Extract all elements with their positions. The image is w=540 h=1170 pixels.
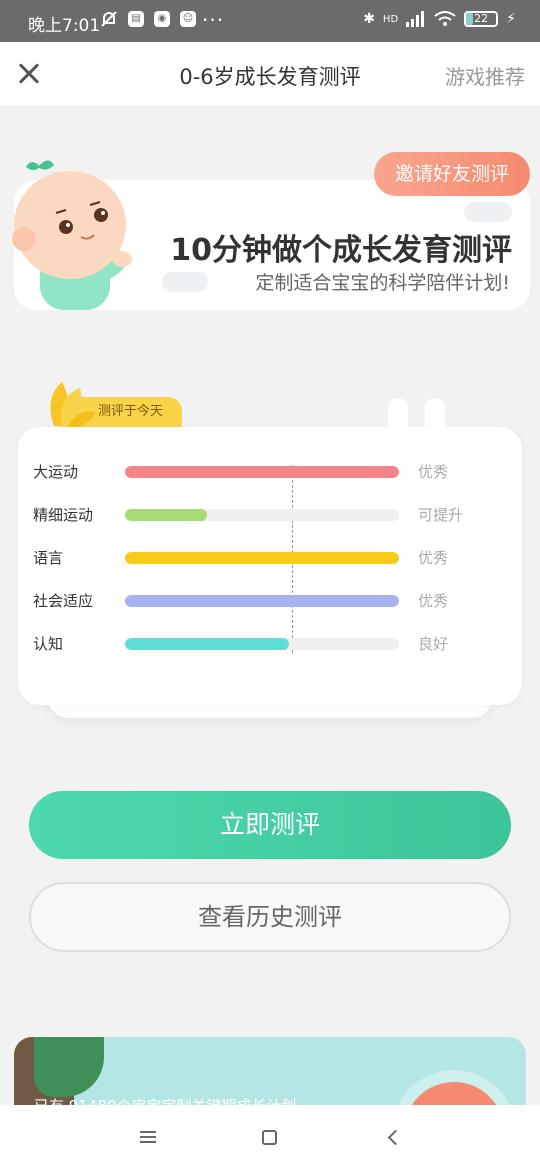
status-time: 晚上7:01 [28,16,101,36]
bluetooth-icon: ✱ [363,11,375,27]
score-track [125,638,399,650]
score-track [125,552,399,564]
score-bar [125,638,290,650]
battery-icon: 22 [464,11,499,27]
score-track [125,466,399,478]
wifi-icon [434,11,456,26]
invite-friends-button[interactable]: 邀请好友测评 [374,152,530,196]
score-bar [125,466,399,478]
view-history-button[interactable]: 查看历史测评 [29,882,511,952]
system-nav-bar [0,1105,540,1170]
charging-icon: ⚡ [506,11,516,27]
evaluation-label: 语言 [33,549,64,567]
score-bar [125,595,399,607]
evaluation-label: 社会适应 [33,592,94,610]
leaf-icon [50,382,96,428]
score-track [125,595,399,607]
evaluation-level: 优秀 [418,463,449,481]
top-bar: 0-6岁成长发育测评 游戏推荐 [0,42,540,106]
cloud-decoration [464,202,512,222]
evaluation-label: 认知 [33,635,64,653]
bell-off-icon [101,11,117,27]
home-icon[interactable] [262,1130,277,1145]
signal-icon [406,11,425,27]
foliage-illustration [34,1037,104,1097]
evaluation-row: 精细运动 可提升 [18,500,522,530]
banner-subtitle: 定制适合宝宝的科学陪伴计划! [255,272,510,294]
app2-icon: ☺ [180,11,196,27]
app-icon: ◉ [154,11,170,27]
back-icon[interactable] [387,1129,404,1146]
evaluation-row: 社会适应 优秀 [18,586,522,616]
game-recommend-link[interactable]: 游戏推荐 [445,61,525,90]
score-bar [125,509,208,521]
baby-illustration [12,160,132,310]
menu-icon[interactable] [140,1131,156,1143]
evaluation-level: 优秀 [418,592,449,610]
evaluation-label: 大运动 [33,463,79,481]
evaluation-row: 语言 优秀 [18,543,522,573]
evaluation-row: 认知 良好 [18,629,522,659]
cloud-decoration [162,272,208,292]
banner-title: 10分钟做个成长发育测评 [170,233,512,268]
signal-hd-icon: HD [382,13,399,25]
evaluation-level: 良好 [418,635,449,653]
evaluation-row: 大运动 优秀 [18,457,522,487]
evaluation-label: 精细运动 [33,506,94,524]
evaluation-level: 可提升 [418,506,464,524]
score-bar [125,552,399,564]
more-notifications-icon: ··· [202,8,225,32]
evaluation-date-label: 测评于今天 [98,404,164,419]
evaluation-level: 优秀 [418,549,449,567]
message-app-icon: ▤ [128,11,144,27]
start-evaluation-button[interactable]: 立即测评 [29,791,511,859]
evaluation-card: 大运动 优秀 精细运动 可提升 语言 优秀 社会适应 优秀 认知 良好 [18,427,522,705]
status-bar: 晚上7:01 ▤ ◉ ☺ ··· ✱ HD 22 ⚡ [0,0,540,42]
score-track [125,509,399,521]
